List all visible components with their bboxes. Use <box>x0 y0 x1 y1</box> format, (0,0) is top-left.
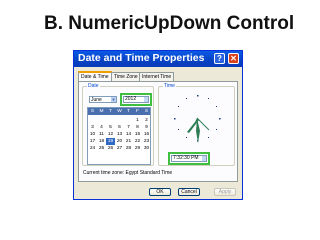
calendar-weekday: W <box>117 109 122 114</box>
calendar-day[interactable]: 17 <box>88 138 97 145</box>
year-value: 2012 <box>125 96 137 102</box>
calendar-day[interactable]: 1 <box>133 117 142 124</box>
title-bar[interactable]: Date and Time Properties ? ✕ <box>74 51 242 67</box>
slide-title: B. NumericUpDown Control <box>44 13 295 34</box>
apply-button[interactable]: Apply <box>214 188 236 196</box>
calendar-day[interactable]: 14 <box>124 131 133 138</box>
window-title: Date and Time Properties <box>78 52 205 64</box>
analog-clock <box>174 95 221 143</box>
calendar-day[interactable]: 18 <box>97 138 106 145</box>
month-calendar: SMTWTFS 1 2 3 4 5 6 7 8 9 10 11 12 13 14 15 16 17 18 19 20 2… <box>87 107 151 165</box>
date-group-label: Date <box>87 83 100 89</box>
time-numeric-updown[interactable]: 7:32:30 PM <box>171 155 207 162</box>
calendar-weekday: M <box>99 109 104 114</box>
calendar-day[interactable]: 3 <box>88 124 97 131</box>
spin-arrows-icon[interactable] <box>144 97 148 102</box>
calendar-day[interactable]: 12 <box>106 131 115 138</box>
calendar-day[interactable]: 16 <box>142 131 151 138</box>
ok-button[interactable]: OK <box>149 188 171 196</box>
calendar-day[interactable]: 2 <box>142 117 151 124</box>
calendar-day[interactable]: 10 <box>88 131 97 138</box>
year-numeric-updown[interactable]: 2012 <box>123 96 149 103</box>
calendar-weekday-header: SMTWTFS <box>88 108 150 115</box>
calendar-day[interactable]: 15 <box>133 131 142 138</box>
calendar-day[interactable]: 22 <box>133 138 142 145</box>
month-value: June <box>91 97 102 103</box>
calendar-day[interactable]: 24 <box>88 145 97 152</box>
calendar-day[interactable]: 7 <box>124 124 133 131</box>
calendar-day[interactable]: 6 <box>115 124 124 131</box>
calendar-day[interactable]: 4 <box>97 124 106 131</box>
cancel-button[interactable]: Cancel <box>178 188 200 196</box>
close-button[interactable]: ✕ <box>228 53 239 64</box>
month-combobox[interactable]: June ▼ <box>89 96 117 103</box>
calendar-day[interactable]: 27 <box>115 145 124 152</box>
calendar-day[interactable]: 13 <box>115 131 124 138</box>
calendar-day[interactable]: 26 <box>106 145 115 152</box>
date-group: Date June ▼ 2012 SMTWTFS 1 2 3 4 5 6 7 8 9 10 11 12… <box>82 83 154 166</box>
calendar-day[interactable]: 23 <box>142 138 151 145</box>
calendar-day[interactable]: 29 <box>133 145 142 152</box>
spin-arrows-icon[interactable] <box>202 156 206 161</box>
help-button[interactable]: ? <box>214 53 225 64</box>
calendar-day[interactable]: 9 <box>142 124 151 131</box>
calendar-day[interactable]: 21 <box>124 138 133 145</box>
calendar-day[interactable]: 19 <box>106 138 115 145</box>
calendar-day[interactable]: 30 <box>142 145 151 152</box>
calendar-day[interactable]: 25 <box>97 145 106 152</box>
calendar-weekday: S <box>144 109 149 114</box>
date-time-properties-dialog: Date and Time Properties ? ✕ Date & Time… <box>73 50 243 200</box>
calendar-day[interactable]: 5 <box>106 124 115 131</box>
time-group: Time 7:32:30 PM <box>158 83 235 166</box>
calendar-day[interactable]: 8 <box>133 124 142 131</box>
date-time-panel: Date June ▼ 2012 SMTWTFS 1 2 3 4 5 6 7 8 9 10 11 12… <box>78 81 238 182</box>
calendar-weekday: T <box>127 109 130 114</box>
calendar-day[interactable]: 28 <box>124 145 133 152</box>
time-zone-label: Current time zone: Egypt Standard Time <box>83 170 173 176</box>
calendar-day[interactable]: 20 <box>115 138 124 145</box>
calendar-weekday: F <box>136 109 139 114</box>
calendar-weekday: T <box>109 109 112 114</box>
time-value: 7:32:30 PM <box>173 155 199 161</box>
chevron-down-icon[interactable]: ▼ <box>111 97 116 102</box>
calendar-day[interactable]: 11 <box>97 131 106 138</box>
calendar-weekday: S <box>90 109 95 114</box>
